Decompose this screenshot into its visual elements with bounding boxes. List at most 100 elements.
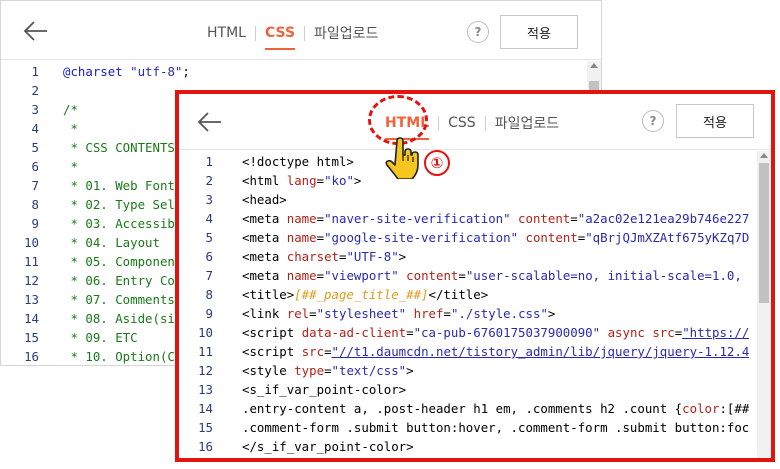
tab-css[interactable]: CSS <box>264 25 296 50</box>
code-line[interactable]: 1 <!doctype html> <box>179 152 757 171</box>
line-text: <s_if_var_point-color> <box>242 380 406 399</box>
apply-button[interactable]: 적용 <box>500 15 578 49</box>
step-number-badge: ① <box>424 150 450 176</box>
code-line[interactable]: 16 </s_if_var_point-color> <box>179 437 757 456</box>
line-number: 16 <box>198 439 213 454</box>
code-token: > <box>547 306 556 321</box>
code-token: <html <box>242 173 287 188</box>
line-number: 12 <box>24 273 39 288</box>
code-token: :[## <box>719 401 750 416</box>
line-text: * <box>63 119 78 138</box>
line-text: <meta name="google-site-verification" co… <box>242 228 749 247</box>
code-token: * <box>63 121 78 136</box>
line-number: 13 <box>24 292 39 307</box>
line-text: <html lang="ko"> <box>242 171 361 190</box>
line-number: 7 <box>205 268 213 283</box>
line-number: 10 <box>24 235 39 250</box>
tab-file-upload[interactable]: 파일업로드 <box>495 113 559 133</box>
line-number: 5 <box>205 230 213 245</box>
editor-toolbar: HTML CSS 파일업로드 ? 적용 <box>179 94 771 150</box>
code-token: "//t1.daumcdn.net/tistory_admin/lib/jque… <box>331 344 750 359</box>
tab-file-upload[interactable]: 파일업로드 <box>314 23 378 43</box>
line-number: 4 <box>31 121 39 136</box>
code-line[interactable]: 13 <s_if_var_point-color> <box>179 380 757 399</box>
code-token: [##_page_title_##] <box>294 287 429 302</box>
line-number: 3 <box>31 102 39 117</box>
code-line[interactable]: 11 <script src="//t1.daumcdn.net/tistory_… <box>179 342 757 361</box>
code-token: /* <box>63 102 78 117</box>
line-number: 15 <box>198 420 213 435</box>
code-line[interactable]: 1 @charset "utf-8"; <box>1 62 587 81</box>
code-line[interactable]: 4 <meta name="naver-site-verification" co… <box>179 209 757 228</box>
code-line[interactable]: 6 <meta charset="UTF-8"> <box>179 247 757 266</box>
code-token: = <box>316 268 325 283</box>
code-line[interactable]: 12 <style type="text/css"> <box>179 361 757 380</box>
code-token: async <box>607 325 645 340</box>
code-token: "a2ac02e121ea29b746e227 <box>577 211 750 226</box>
code-token: content <box>406 268 459 283</box>
code-token: = <box>406 325 414 340</box>
line-text: <meta name="viewport" content="user-scal… <box>242 266 749 285</box>
code-token: "https:// <box>682 325 750 340</box>
code-line[interactable]: 2 <html lang="ko"> <box>179 171 757 190</box>
code-token: = <box>324 363 332 378</box>
code-token: "qBrjQJmXZAtf675yKZq7D <box>585 230 750 245</box>
line-text: * <box>63 157 78 176</box>
apply-button[interactable]: 적용 <box>676 104 754 138</box>
code-token: <style <box>242 363 295 378</box>
code-line[interactable]: 15 .comment-form .submit button:hover, .c… <box>179 418 757 437</box>
back-arrow-icon[interactable] <box>23 19 49 43</box>
line-number: 7 <box>31 178 39 193</box>
line-text: <title>[##_page_title_##]</title> <box>242 285 488 304</box>
code-token: "text/css" <box>331 363 407 378</box>
code-line[interactable]: 9 <link rel="stylesheet" href="./style.cs… <box>179 304 757 323</box>
line-text: <head> <box>242 190 287 209</box>
code-token: src <box>301 344 325 359</box>
line-text: <script data-ad-client="ca-pub-676017503… <box>242 323 749 342</box>
code-token: lang <box>286 173 317 188</box>
code-token: color <box>682 401 720 416</box>
line-number: 16 <box>24 349 39 364</box>
code-token: <link <box>242 306 287 321</box>
code-token: * 01. Web Fonts <box>63 178 183 193</box>
scroll-up-icon[interactable] <box>760 153 768 158</box>
tab-html[interactable]: HTML <box>207 25 246 41</box>
code-line[interactable]: 3 <head> <box>179 190 757 209</box>
code-token: src <box>652 325 675 340</box>
code-line[interactable]: 10 <script data-ad-client="ca-pub-6760175… <box>179 323 757 342</box>
code-token: <script <box>242 344 302 359</box>
line-text: <!doctype html> <box>242 152 354 171</box>
code-token: = <box>443 306 451 321</box>
code-line[interactable]: 14 .entry-content a, .post-header h1 em, … <box>179 399 757 418</box>
code-token: "viewport" <box>324 268 399 283</box>
code-token: "ko" <box>324 173 354 188</box>
editor-tabs: HTML CSS 파일업로드 <box>207 23 378 50</box>
code-token: * <box>63 159 78 174</box>
code-token: <script <box>242 325 302 340</box>
code-token: = <box>324 344 332 359</box>
code-line[interactable]: 8 <title>[##_page_title_##]</title> <box>179 285 757 304</box>
line-text: <script src="//t1.daumcdn.net/tistory_ad… <box>242 342 749 361</box>
code-token: .entry-content a, .post-header h1 em, .c… <box>242 401 683 416</box>
scrollbar-thumb[interactable] <box>759 163 769 303</box>
code-token: = <box>309 306 317 321</box>
vertical-scrollbar[interactable] <box>757 151 771 458</box>
line-text: </s_if_var_point-color> <box>242 437 414 456</box>
line-number: 10 <box>198 325 213 340</box>
help-icon[interactable]: ? <box>467 21 489 43</box>
code-area[interactable]: 1 <!doctype html> 2 <html lang="ko"> 3 <head>… <box>179 152 757 458</box>
line-text: @charset "utf-8"; <box>63 62 190 81</box>
code-token: href <box>413 306 444 321</box>
code-token: = <box>316 230 325 245</box>
tab-css[interactable]: CSS <box>448 115 476 131</box>
code-token: = <box>458 268 466 283</box>
code-line[interactable]: 5 <meta name="google-site-verification" c… <box>179 228 757 247</box>
tab-divider <box>304 25 306 41</box>
back-arrow-icon[interactable] <box>197 110 223 134</box>
code-token: </title> <box>428 287 489 302</box>
help-icon[interactable]: ? <box>642 110 664 132</box>
scroll-up-icon[interactable] <box>590 63 598 68</box>
code-line[interactable]: 7 <meta name="viewport" content="user-sca… <box>179 266 757 285</box>
